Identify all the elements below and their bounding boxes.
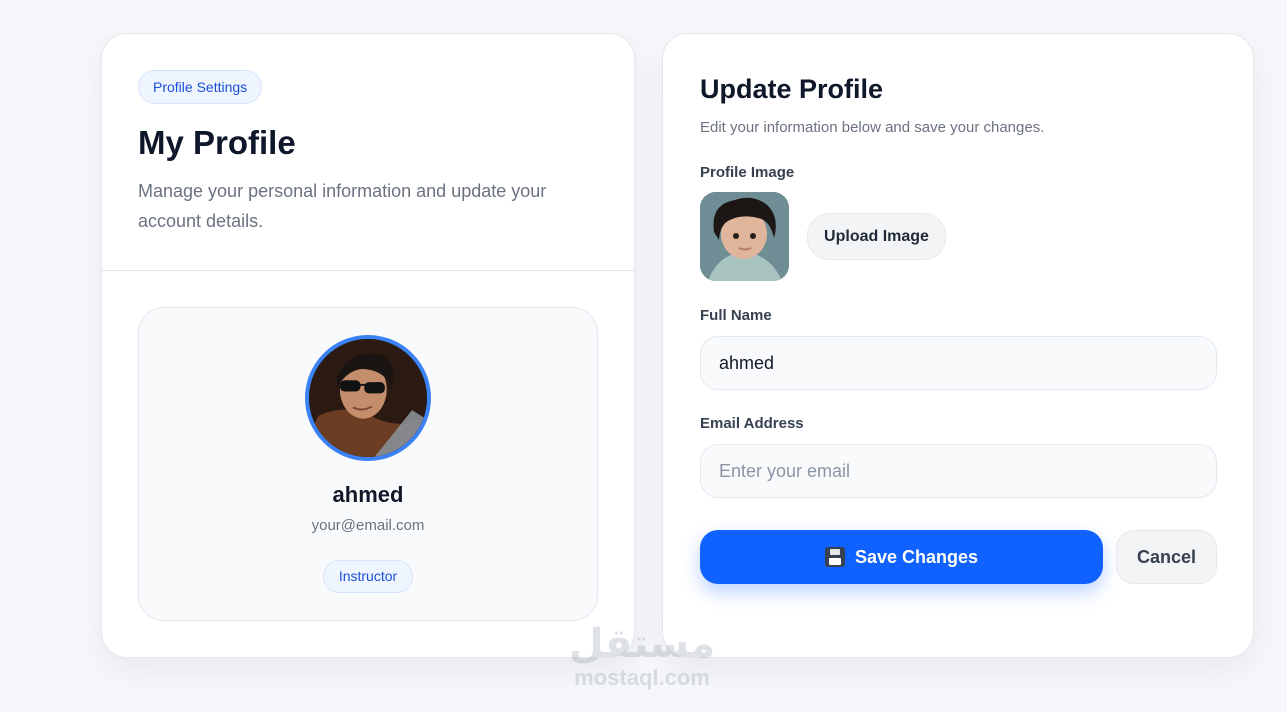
upload-image-button[interactable]: Upload Image bbox=[807, 213, 946, 260]
page-description: Manage your personal information and upd… bbox=[138, 181, 547, 231]
profile-email: your@email.com bbox=[311, 517, 425, 534]
child-photo bbox=[700, 192, 789, 281]
form-subtitle: Edit your information below and save you… bbox=[700, 119, 1045, 136]
profile-name: ahmed bbox=[332, 482, 404, 507]
profile-settings-badge: Profile Settings bbox=[138, 70, 263, 104]
full-name-label: Full Name bbox=[700, 307, 772, 324]
profile-image-label: Profile Image bbox=[700, 164, 795, 181]
form-title: Update Profile bbox=[700, 74, 884, 104]
profile-image-preview bbox=[700, 192, 789, 281]
profile-summary-header: Profile Settings My Profile Manage your … bbox=[102, 34, 634, 271]
profile-preview: ahmed your@email.com Instructor bbox=[138, 307, 598, 621]
avatar bbox=[305, 335, 431, 461]
email-address-label: Email Address bbox=[700, 415, 804, 432]
save-changes-button[interactable]: Save Changes bbox=[700, 530, 1103, 584]
floppy-disk-icon bbox=[824, 547, 845, 567]
watermark: مستقل mostaql.com bbox=[562, 622, 722, 690]
watermark-arabic: مستقل bbox=[568, 622, 716, 666]
full-name-input[interactable] bbox=[700, 336, 1217, 390]
save-changes-label: Save Changes bbox=[854, 546, 979, 567]
role-badge: Instructor bbox=[323, 560, 413, 593]
update-profile-card: Update Profile Edit your information bel… bbox=[662, 33, 1254, 658]
avatar-photo bbox=[309, 339, 427, 457]
profile-summary-card: Profile Settings My Profile Manage your … bbox=[101, 33, 635, 658]
email-input[interactable] bbox=[700, 444, 1217, 498]
page-title: My Profile bbox=[138, 124, 296, 161]
cancel-button[interactable]: Cancel bbox=[1116, 530, 1217, 584]
watermark-latin: mostaql.com bbox=[574, 665, 710, 690]
